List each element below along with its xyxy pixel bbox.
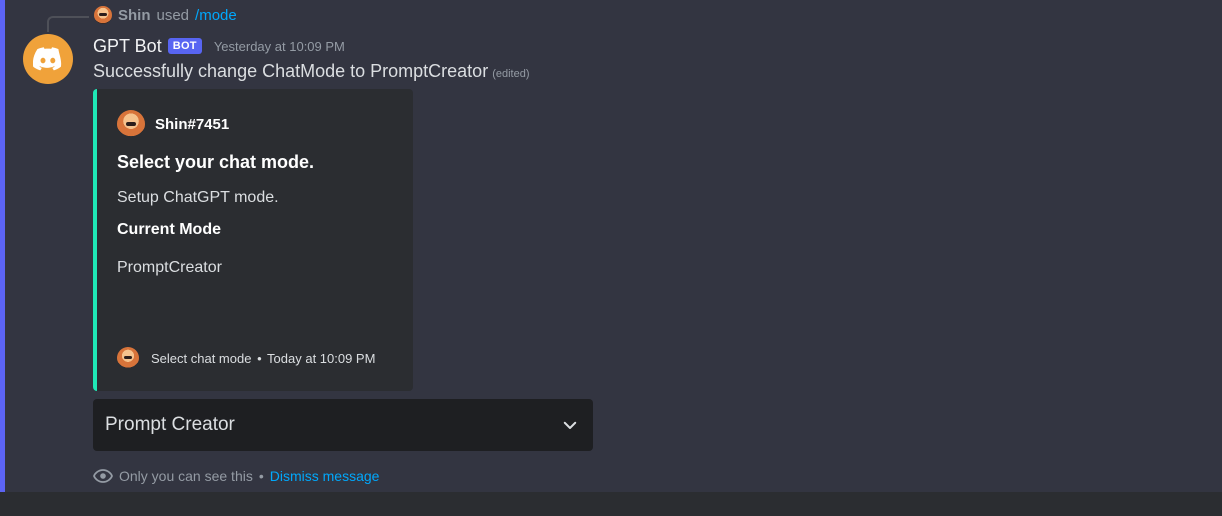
bot-badge: BOT: [167, 38, 202, 54]
embed-card: Shin#7451 Select your chat mode. Setup C…: [93, 89, 413, 391]
message-content: Successfully change ChatMode to PromptCr…: [93, 61, 530, 82]
embed-author-name: Shin#7451: [155, 115, 230, 133]
command-reply-line[interactable]: Shin used /mode: [94, 5, 237, 25]
embed-author: Shin#7451: [117, 110, 229, 138]
author-avatar: [117, 110, 145, 138]
dismiss-message-link[interactable]: Dismiss message: [270, 468, 380, 484]
reply-command[interactable]: /mode: [195, 7, 237, 24]
user-avatar-small[interactable]: [94, 6, 112, 24]
reply-username[interactable]: Shin: [118, 7, 151, 24]
ephemeral-separator: •: [258, 468, 264, 484]
footer-time: Today at 10:09 PM: [267, 350, 376, 366]
embed-description: Setup ChatGPT mode.: [117, 189, 279, 206]
chevron-down-icon: [563, 421, 577, 429]
ephemeral-text: Only you can see this: [119, 468, 253, 484]
eye-icon: [93, 469, 113, 483]
embed-field-value: PromptCreator: [117, 259, 222, 276]
edited-label[interactable]: (edited): [492, 68, 529, 80]
footer-avatar: [117, 347, 139, 369]
reply-spine: [47, 16, 89, 32]
footer-text: Select chat mode: [151, 350, 252, 366]
highlight-bar: [0, 0, 5, 492]
message-timestamp[interactable]: Yesterday at 10:09 PM: [214, 39, 345, 54]
bot-username[interactable]: GPT Bot: [93, 36, 162, 57]
discord-logo-icon: [33, 47, 62, 71]
embed-title: Select your chat mode.: [117, 152, 315, 172]
reply-used-text: used: [156, 6, 190, 24]
mode-select-dropdown[interactable]: Prompt Creator: [93, 399, 593, 451]
embed-footer: Select chat mode • Today at 10:09 PM: [117, 347, 375, 369]
select-value: Prompt Creator: [105, 414, 235, 435]
bot-avatar[interactable]: [23, 34, 73, 84]
message-container: Shin used /mode GPT Bot BOT Yesterday at…: [0, 0, 1222, 492]
embed-field-name: Current Mode: [117, 221, 221, 238]
footer-separator: •: [257, 350, 262, 366]
message-text: Successfully change ChatMode to PromptCr…: [93, 61, 489, 81]
message-header: GPT Bot BOT Yesterday at 10:09 PM: [93, 34, 345, 58]
ephemeral-notice: Only you can see this • Dismiss message: [93, 468, 379, 484]
